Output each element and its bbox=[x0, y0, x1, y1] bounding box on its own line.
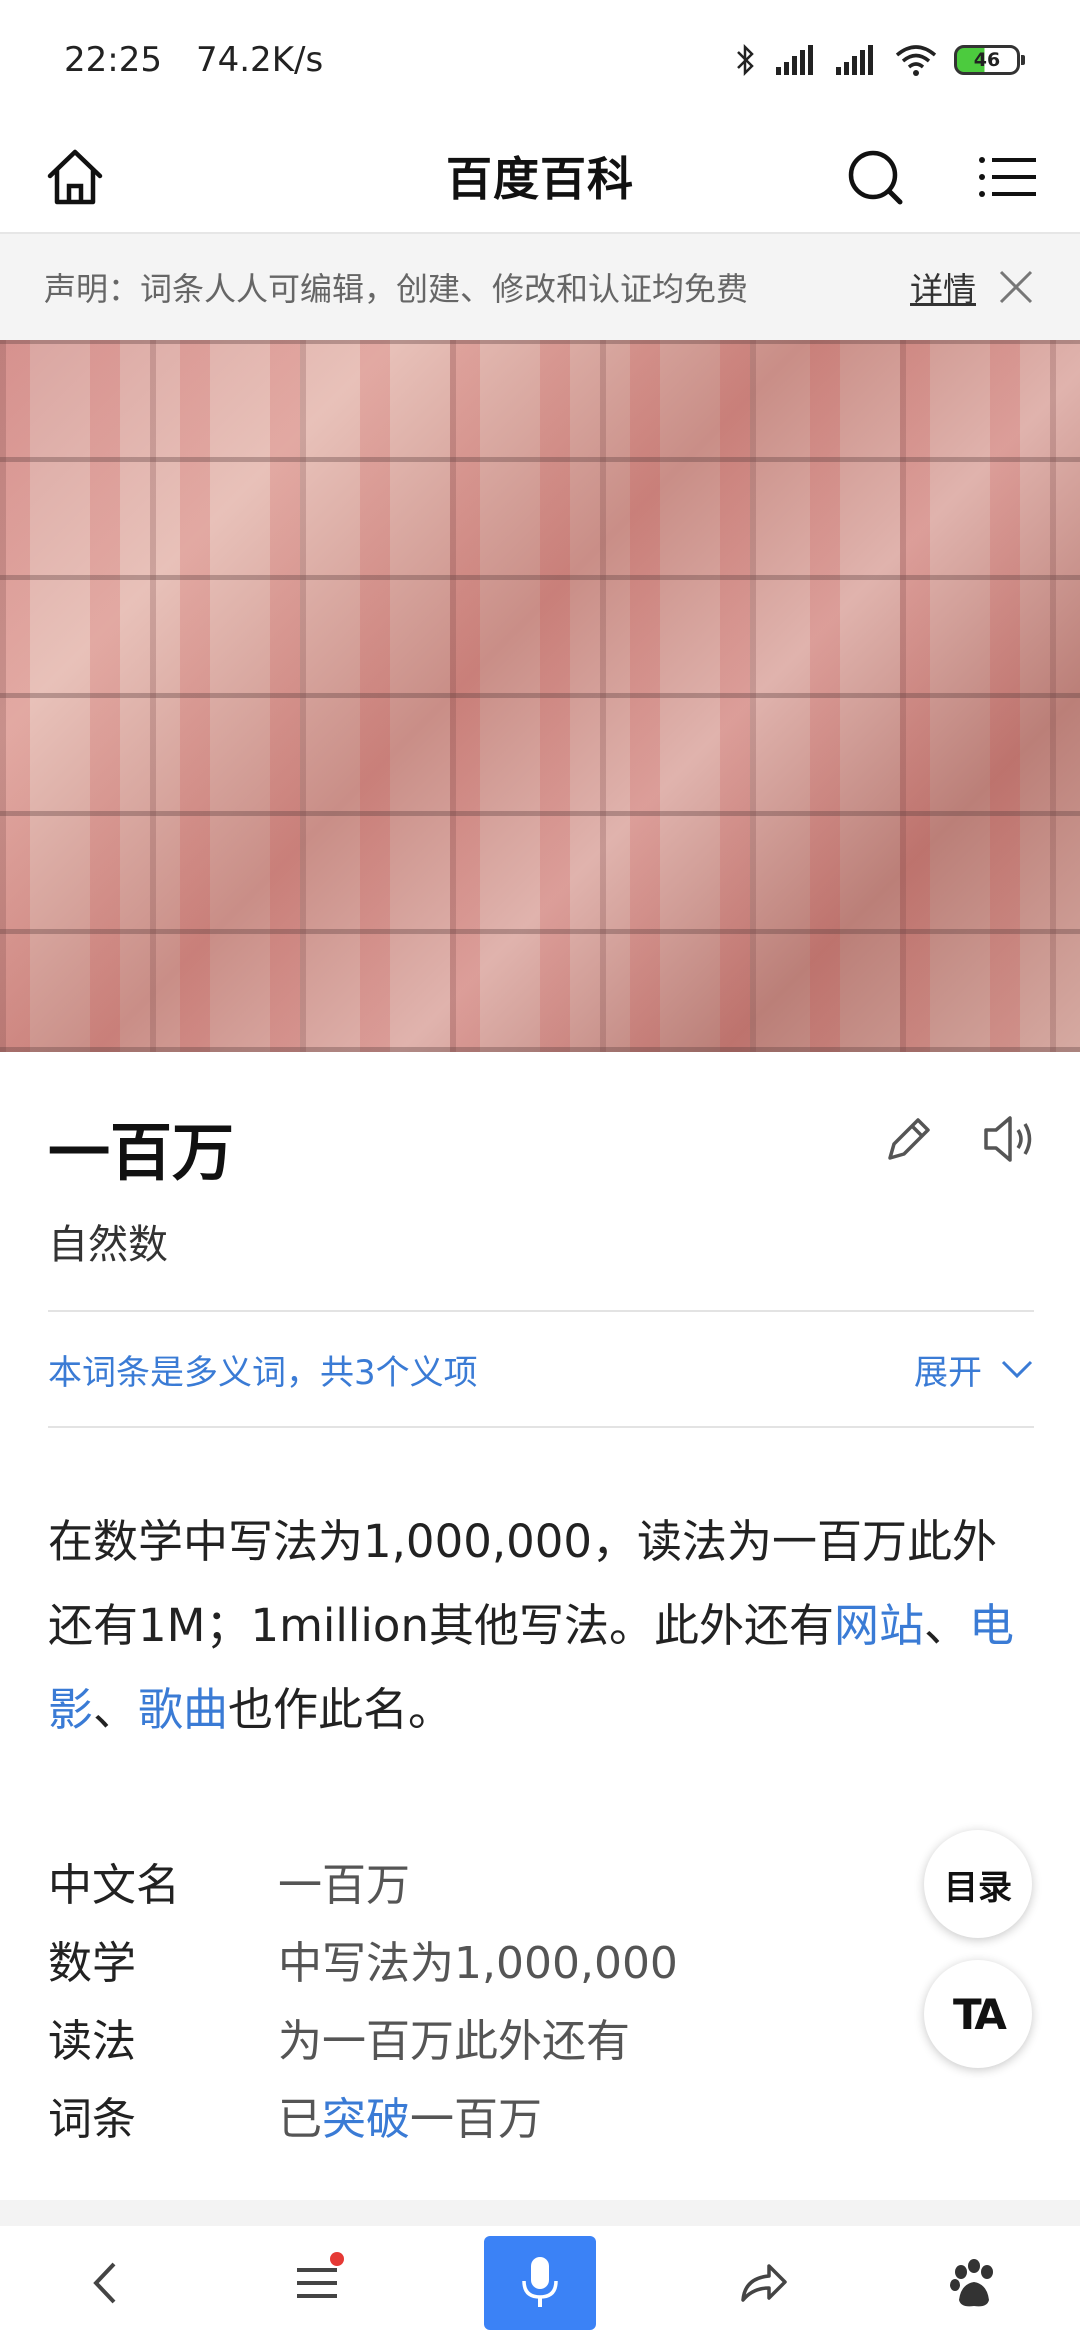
edit-icon[interactable] bbox=[880, 1110, 938, 1168]
info-value-suffix: 一百万 bbox=[410, 2094, 542, 2145]
font-size-button[interactable]: TA bbox=[924, 1960, 1032, 2068]
info-key: 数学 bbox=[48, 1938, 136, 1989]
search-icon[interactable] bbox=[840, 142, 910, 212]
chevron-down-icon bbox=[1001, 1360, 1033, 1379]
top-nav-bar: 百度百科 bbox=[0, 120, 1080, 234]
battery-level: 46 bbox=[973, 49, 1001, 71]
summary-sep: 、 bbox=[924, 1599, 970, 1652]
battery-indicator: 46 bbox=[954, 45, 1025, 75]
status-icons: 46 bbox=[734, 42, 1025, 78]
section-divider bbox=[0, 2200, 1080, 2226]
bottom-toolbar bbox=[0, 2226, 1080, 2340]
page-title: 百度百科 bbox=[446, 152, 634, 206]
signal-icon-2 bbox=[836, 45, 873, 75]
share-button[interactable] bbox=[718, 2238, 808, 2328]
list-icon bbox=[297, 2268, 338, 2298]
basic-info: 中文名 一百万 数学 中写法为1,000,000 读法 为一百万此外还有 词条 … bbox=[48, 1842, 948, 2154]
baidu-paw-icon bbox=[950, 2259, 994, 2307]
status-time: 22:25 bbox=[64, 40, 162, 80]
info-key: 读法 bbox=[48, 2016, 136, 2067]
status-bar: 22:25 74.2K/s 46 bbox=[0, 0, 1080, 120]
info-key: 中文名 bbox=[48, 1860, 180, 1911]
home-icon[interactable] bbox=[40, 142, 110, 212]
bluetooth-icon bbox=[737, 43, 754, 77]
link-breakthrough[interactable]: 突破 bbox=[322, 2094, 410, 2145]
wifi-icon bbox=[895, 45, 937, 76]
close-icon[interactable] bbox=[996, 267, 1036, 307]
menu-icon[interactable] bbox=[972, 142, 1042, 212]
info-key: 词条 bbox=[48, 2094, 136, 2145]
chevron-left-icon bbox=[93, 2262, 116, 2304]
info-row: 中文名 一百万 bbox=[48, 1842, 948, 1920]
expand-label: 展开 bbox=[914, 1352, 982, 1393]
polysemy-bar[interactable]: 本词条是多义词，共3个义项 展开 bbox=[48, 1310, 1034, 1428]
baidu-button[interactable] bbox=[929, 2238, 1019, 2328]
voice-search-button[interactable] bbox=[483, 2236, 596, 2330]
info-value-prefix: 已 bbox=[278, 2094, 322, 2145]
hero-image[interactable] bbox=[0, 340, 1080, 1052]
notification-dot bbox=[330, 2252, 345, 2266]
info-row: 词条 已突破一百万 bbox=[48, 2076, 948, 2154]
entry-subtitle: 自然数 bbox=[48, 1222, 168, 1268]
polysemy-text[interactable]: 本词条是多义词，共3个义项 bbox=[48, 1345, 478, 1394]
entry-title: 一百万 bbox=[48, 1116, 235, 1189]
summary-sep: 、 bbox=[93, 1683, 139, 1736]
back-button[interactable] bbox=[61, 2238, 151, 2328]
notice-bar: 声明：词条人人可编辑，创建、修改和认证均免费 详情 bbox=[0, 234, 1080, 340]
link-website[interactable]: 网站 bbox=[834, 1599, 924, 1652]
menu-list-button[interactable] bbox=[272, 2238, 362, 2328]
expand-button[interactable]: 展开 bbox=[914, 1345, 1034, 1394]
summary-paragraph: 在数学中写法为1,000,000，读法为一百万此外还有1M；1million其他… bbox=[48, 1500, 1038, 1752]
toc-button[interactable]: 目录 bbox=[924, 1830, 1032, 1938]
link-song[interactable]: 歌曲 bbox=[138, 1683, 228, 1736]
info-row: 读法 为一百万此外还有 bbox=[48, 1998, 948, 2076]
status-left: 22:25 74.2K/s bbox=[64, 40, 323, 80]
notice-text: 声明：词条人人可编辑，创建、修改和认证均免费 bbox=[44, 270, 749, 308]
info-row: 数学 中写法为1,000,000 bbox=[48, 1920, 948, 1998]
info-value: 中写法为1,000,000 bbox=[278, 1938, 678, 1989]
info-value: 已突破一百万 bbox=[278, 2083, 542, 2147]
microphone-icon bbox=[522, 2257, 558, 2307]
network-speed: 74.2K/s bbox=[195, 40, 324, 80]
speaker-icon[interactable] bbox=[978, 1108, 1040, 1170]
notice-detail-link[interactable]: 详情 bbox=[910, 263, 976, 311]
info-value: 一百万 bbox=[278, 1860, 410, 1911]
info-value: 为一百万此外还有 bbox=[278, 2016, 630, 2067]
summary-text-end: 也作此名。 bbox=[228, 1683, 454, 1736]
share-icon bbox=[740, 2264, 787, 2302]
signal-icon bbox=[776, 45, 813, 75]
